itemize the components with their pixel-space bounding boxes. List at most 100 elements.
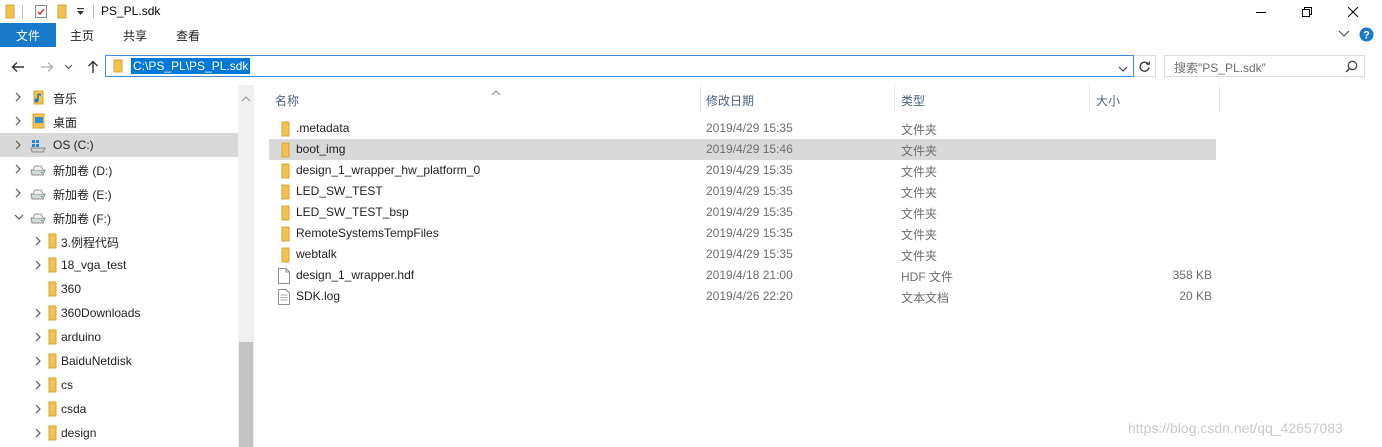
customize-toolbar-icon[interactable]	[76, 6, 85, 21]
scroll-thumb[interactable]	[239, 342, 253, 447]
column-type-label: 类型	[901, 94, 926, 108]
folder-icon	[44, 329, 60, 345]
column-header-name[interactable]: 名称	[269, 85, 701, 112]
search-icon[interactable]	[1345, 60, 1358, 76]
nav-item[interactable]: 18_vga_test	[0, 253, 238, 277]
tab-home[interactable]: 主页	[62, 23, 102, 47]
up-button[interactable]	[84, 58, 102, 76]
chevron-right-icon[interactable]	[33, 235, 43, 247]
nav-item[interactable]: design	[0, 421, 238, 445]
nav-item-label: 3.例程代码	[61, 236, 120, 250]
chevron-right-icon[interactable]	[13, 139, 23, 151]
windows-drive-icon	[30, 137, 46, 153]
chevron-right-icon[interactable]	[33, 307, 43, 319]
properties-icon[interactable]	[34, 4, 48, 19]
nav-item-label: BaiduNetdisk	[61, 354, 132, 368]
nav-item-label: 新加卷 (D:)	[53, 164, 113, 178]
recent-locations-button[interactable]	[62, 58, 74, 76]
chevron-right-icon[interactable]	[33, 355, 43, 367]
file-date: 2019/4/18 21:00	[706, 268, 793, 282]
nav-item[interactable]: cs	[0, 373, 238, 397]
file-date: 2019/4/29 15:35	[706, 205, 793, 219]
file-row[interactable]: .metadata 2019/4/29 15:35 文件夹	[269, 118, 1216, 139]
minimize-button[interactable]	[1238, 0, 1284, 23]
nav-item[interactable]: 3.例程代码	[0, 229, 238, 253]
file-row[interactable]: design_1_wrapper_hw_platform_0 2019/4/29 …	[269, 160, 1216, 181]
file-name: SDK.log	[296, 289, 341, 303]
file-name: .metadata	[296, 121, 350, 135]
nav-item[interactable]: 新加卷 (E:)	[0, 181, 238, 205]
file-name: RemoteSystemsTempFiles	[296, 226, 439, 240]
folder-icon	[277, 121, 291, 137]
nav-item-label: arduino	[61, 330, 102, 344]
nav-item[interactable]: 新加卷 (D:)	[0, 157, 238, 181]
column-header-type[interactable]: 类型	[895, 85, 1089, 112]
column-header-size[interactable]: 大小	[1090, 85, 1219, 112]
chevron-right-icon[interactable]	[33, 403, 43, 415]
file-row[interactable]: SDK.log 2019/4/26 22:20 文本文档 20 KB	[269, 286, 1216, 307]
nav-item[interactable]: 桌面	[0, 109, 238, 133]
help-icon[interactable]: ?	[1359, 27, 1374, 45]
file-name: LED_SW_TEST_bsp	[296, 205, 409, 219]
folder-icon	[277, 163, 291, 179]
file-row[interactable]: RemoteSystemsTempFiles 2019/4/29 15:35 文件夹	[269, 223, 1216, 244]
nav-item[interactable]: 360Downloads	[0, 301, 238, 325]
column-header-date[interactable]: 修改日期	[701, 85, 895, 112]
file-type: 文件夹	[901, 228, 938, 242]
restore-button[interactable]	[1284, 0, 1330, 23]
chevron-right-icon[interactable]	[33, 427, 43, 439]
file-type: 文件夹	[901, 123, 938, 137]
scroll-up-icon[interactable]	[241, 91, 251, 105]
ribbon-tabs: 文件 主页 共享 查看 ?	[0, 23, 1382, 48]
close-button[interactable]	[1330, 0, 1376, 23]
column-divider[interactable]	[1219, 85, 1220, 112]
file-type: 文件夹	[901, 207, 938, 221]
file-row[interactable]: webtalk 2019/4/29 15:35 文件夹	[269, 244, 1216, 265]
file-row[interactable]: design_1_wrapper.hdf 2019/4/18 21:00 HDF 文…	[269, 265, 1216, 286]
address-path[interactable]: C:\PS_PL\PS_PL.sdk	[131, 58, 251, 74]
nav-item[interactable]: csda	[0, 397, 238, 421]
tab-view[interactable]: 查看	[168, 23, 208, 47]
chevron-right-icon[interactable]	[33, 259, 43, 271]
music-icon	[30, 89, 46, 105]
column-date-label: 修改日期	[706, 94, 755, 108]
forward-button[interactable]	[38, 58, 56, 76]
chevron-right-icon[interactable]	[13, 115, 23, 127]
file-row[interactable]: LED_SW_TEST 2019/4/29 15:35 文件夹	[269, 181, 1216, 202]
nav-item[interactable]: arduino	[0, 325, 238, 349]
address-dropdown-icon[interactable]	[1118, 62, 1128, 76]
nav-item[interactable]: 新加卷 (F:)	[0, 205, 238, 229]
address-input[interactable]: C:\PS_PL\PS_PL.sdk	[105, 55, 1134, 77]
title-bar: PS_PL.sdk	[0, 0, 1382, 23]
search-input[interactable]: 搜索"PS_PL.sdk"	[1164, 55, 1365, 77]
sort-ascending-icon	[491, 85, 501, 99]
chevron-right-icon[interactable]	[13, 91, 23, 103]
file-row[interactable]: boot_img 2019/4/29 15:46 文件夹	[269, 139, 1216, 160]
chevron-down-icon[interactable]	[13, 211, 24, 223]
folder-icon	[44, 377, 60, 393]
file-size: 20 KB	[1179, 289, 1212, 303]
folder-icon	[44, 257, 60, 273]
file-row[interactable]: LED_SW_TEST_bsp 2019/4/29 15:35 文件夹	[269, 202, 1216, 223]
nav-scrollbar[interactable]	[238, 85, 254, 447]
nav-item[interactable]: 360	[0, 277, 238, 301]
chevron-right-icon[interactable]	[13, 163, 23, 175]
refresh-button[interactable]	[1134, 55, 1156, 77]
chevron-right-icon[interactable]	[33, 379, 43, 391]
folder-icon	[44, 353, 60, 369]
chevron-right-icon[interactable]	[13, 187, 23, 199]
watermark: https://blog.csdn.net/qq_42657083	[1128, 420, 1343, 436]
tab-share[interactable]: 共享	[115, 23, 155, 47]
folder-icon	[44, 281, 60, 297]
nav-item[interactable]: BaiduNetdisk	[0, 349, 238, 373]
new-folder-icon[interactable]	[57, 4, 67, 19]
tab-file[interactable]: 文件	[0, 23, 56, 47]
nav-item-label: 音乐	[53, 92, 78, 106]
back-button[interactable]	[9, 58, 27, 76]
window-title: PS_PL.sdk	[101, 4, 161, 18]
expand-ribbon-icon[interactable]	[1338, 27, 1350, 42]
nav-item[interactable]: 音乐	[0, 85, 238, 109]
file-type: HDF 文件	[901, 270, 953, 284]
nav-item[interactable]: OS (C:)	[0, 133, 238, 157]
chevron-right-icon[interactable]	[33, 331, 43, 343]
